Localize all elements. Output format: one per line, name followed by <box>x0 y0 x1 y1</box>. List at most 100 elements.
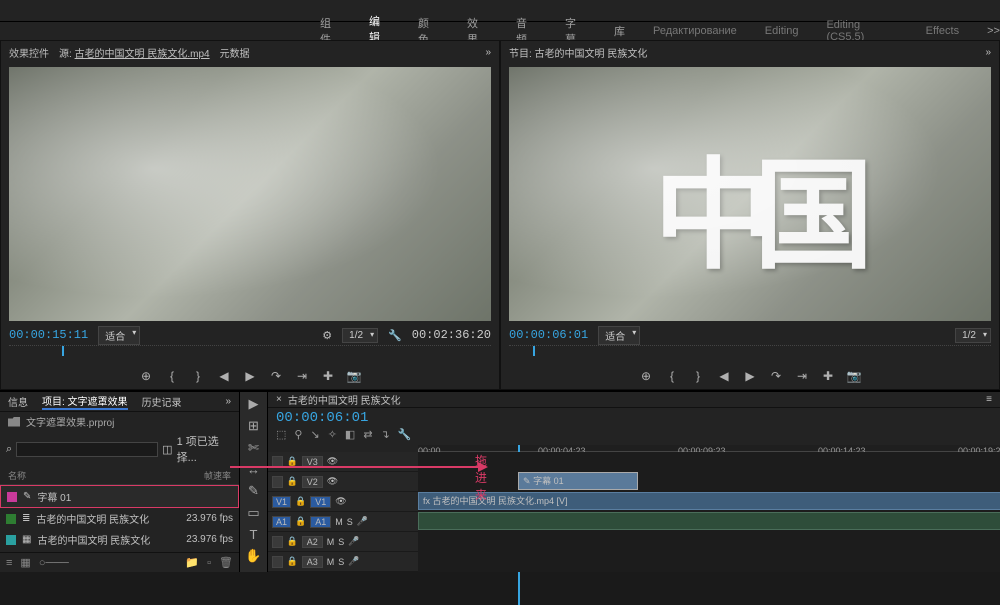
panel-menu-icon[interactable]: » <box>225 396 231 407</box>
mute-icon[interactable]: M <box>327 537 335 547</box>
zoom-slider[interactable]: ○─── <box>39 557 69 569</box>
out-icon[interactable]: } <box>690 369 706 383</box>
ws-tab[interactable]: Редактирование <box>653 25 737 37</box>
in-icon[interactable]: { <box>164 369 180 383</box>
history-tab[interactable]: 历史记录 <box>142 394 182 409</box>
solo-icon[interactable]: S <box>338 557 344 567</box>
insert-icon[interactable]: ⇥ <box>294 369 310 383</box>
wrench-icon[interactable]: 🔧 <box>388 329 402 342</box>
source-scrubber[interactable] <box>9 345 491 363</box>
play-icon[interactable]: ▶ <box>242 369 258 383</box>
step-back-icon[interactable]: ◀ <box>216 369 232 383</box>
track-select-tool-icon[interactable]: ⊞ <box>248 418 259 434</box>
ws-tab[interactable]: Effects <box>926 25 959 37</box>
razor-tool-icon[interactable]: ↔ <box>247 462 260 477</box>
track-toggle[interactable]: A2 <box>302 536 323 548</box>
pen-tool-icon[interactable]: ▭ <box>247 505 259 521</box>
tl-opt-icon[interactable]: ⇄ <box>363 428 372 441</box>
icon-view-icon[interactable]: ▦ <box>20 556 30 569</box>
close-icon[interactable]: × <box>276 394 282 405</box>
asset-item[interactable]: ≣古老的中国文明 民族文化23.976 fps <box>0 508 239 529</box>
scale-dropdown[interactable]: 1/2 <box>955 328 991 343</box>
info-tab[interactable]: 信息 <box>8 394 28 409</box>
hand-tool-icon[interactable]: ✋ <box>245 548 261 564</box>
clip-title[interactable]: ✎ 字幕 01 <box>518 472 638 490</box>
panel-menu-icon[interactable]: ≡ <box>986 394 992 405</box>
lock-icon[interactable]: 🔒 <box>287 556 298 567</box>
lock-icon[interactable]: 🔒 <box>287 476 298 487</box>
track-toggle[interactable]: V1 <box>310 496 331 508</box>
new-bin-icon[interactable]: 📁 <box>185 556 199 569</box>
track-toggle[interactable]: A1 <box>310 516 331 528</box>
type-tool-icon[interactable]: T <box>250 527 258 542</box>
ws-tab[interactable]: 库 <box>614 23 625 39</box>
step-back-icon[interactable]: ◀ <box>716 369 732 383</box>
mic-icon[interactable]: 🎤 <box>357 516 368 527</box>
eye-icon[interactable]: 👁 <box>335 496 346 507</box>
in-icon[interactable]: { <box>664 369 680 383</box>
track-toggle[interactable]: V2 <box>302 476 323 488</box>
track-target[interactable] <box>272 476 283 488</box>
solo-icon[interactable]: S <box>347 517 353 527</box>
list-view-icon[interactable]: ≡ <box>6 557 12 569</box>
eye-icon[interactable]: 👁 <box>327 476 338 487</box>
source-viewport[interactable] <box>9 67 491 321</box>
extract-icon[interactable]: ✚ <box>820 369 836 383</box>
export-frame-icon[interactable]: 📷 <box>846 369 862 383</box>
fit-dropdown[interactable]: 适合 <box>598 326 640 345</box>
solo-icon[interactable]: S <box>338 537 344 547</box>
track-area[interactable]: ✎ 字幕 01 fx 古老的中国文明 民族文化.mp4 [V] <box>418 452 1000 572</box>
program-viewport[interactable]: 中国 <box>509 67 991 321</box>
timeline-timecode[interactable]: 00:00:06:01 <box>276 410 368 426</box>
project-tab[interactable]: 项目: 文字遮罩效果 <box>42 393 128 410</box>
panel-menu-icon[interactable]: » <box>485 47 491 58</box>
tl-opt-icon[interactable]: ⬚ <box>276 428 286 441</box>
track-target[interactable]: A1 <box>272 516 291 528</box>
playhead-marker[interactable] <box>533 346 535 356</box>
col-name[interactable]: 名称 <box>8 469 204 482</box>
panel-tab[interactable]: 效果控件 <box>9 45 49 60</box>
search-input[interactable] <box>16 442 158 457</box>
tl-opt-icon[interactable]: ↴ <box>381 428 390 441</box>
step-fwd-icon[interactable]: ↷ <box>768 369 784 383</box>
asset-item[interactable]: ▦古老的中国文明 民族文化23.976 fps <box>0 529 239 550</box>
lock-icon[interactable]: 🔒 <box>295 496 306 507</box>
program-timecode[interactable]: 00:00:06:01 <box>509 328 588 342</box>
lock-icon[interactable]: 🔒 <box>295 516 306 527</box>
mute-icon[interactable]: M <box>335 517 343 527</box>
mute-icon[interactable]: M <box>327 557 335 567</box>
tl-opt-icon[interactable]: ⚲ <box>294 428 302 441</box>
source-timecode[interactable]: 00:00:15:11 <box>9 328 88 342</box>
tl-opt-icon[interactable]: ◧ <box>345 428 355 441</box>
out-icon[interactable]: } <box>190 369 206 383</box>
new-item-icon[interactable]: ▫ <box>207 557 211 569</box>
marker-icon[interactable]: ⊕ <box>638 369 654 383</box>
mic-icon[interactable]: 🎤 <box>348 556 359 567</box>
step-fwd-icon[interactable]: ↷ <box>268 369 284 383</box>
clip-audio[interactable] <box>418 512 1000 530</box>
slip-tool-icon[interactable]: ✎ <box>248 483 259 499</box>
ws-more[interactable]: >> <box>987 25 1000 37</box>
settings-icon[interactable]: ⚙ <box>322 329 332 342</box>
program-scrubber[interactable] <box>509 345 991 363</box>
col-rate[interactable]: 帧速率 <box>204 469 231 482</box>
track-toggle[interactable]: A3 <box>302 556 323 568</box>
trash-icon[interactable]: 🗑 <box>219 556 233 569</box>
ws-tab[interactable]: Editing <box>765 25 799 37</box>
time-ruler[interactable]: 00:00 00:00:04:23 00:00:09:23 00:00:14:2… <box>418 445 1000 452</box>
selection-tool-icon[interactable]: ▶ <box>249 396 259 412</box>
asset-item-selected[interactable]: ✎字幕 01 <box>0 485 239 508</box>
panel-menu-icon[interactable]: » <box>985 47 991 58</box>
bin-icon[interactable]: ◫ <box>162 443 172 456</box>
export-frame-icon[interactable]: 📷 <box>346 369 362 383</box>
play-icon[interactable]: ▶ <box>742 369 758 383</box>
track-target[interactable] <box>272 536 283 548</box>
overwrite-icon[interactable]: ✚ <box>320 369 336 383</box>
mic-icon[interactable]: 🎤 <box>348 536 359 547</box>
tl-opt-icon[interactable]: ↘ <box>310 428 319 441</box>
fit-dropdown[interactable]: 适合 <box>98 326 140 345</box>
track-target[interactable] <box>272 556 283 568</box>
clip-video[interactable]: fx 古老的中国文明 民族文化.mp4 [V] <box>418 492 1000 510</box>
tl-opt-icon[interactable]: 🔧 <box>398 428 412 441</box>
scale-dropdown[interactable]: 1/2 <box>342 328 378 343</box>
